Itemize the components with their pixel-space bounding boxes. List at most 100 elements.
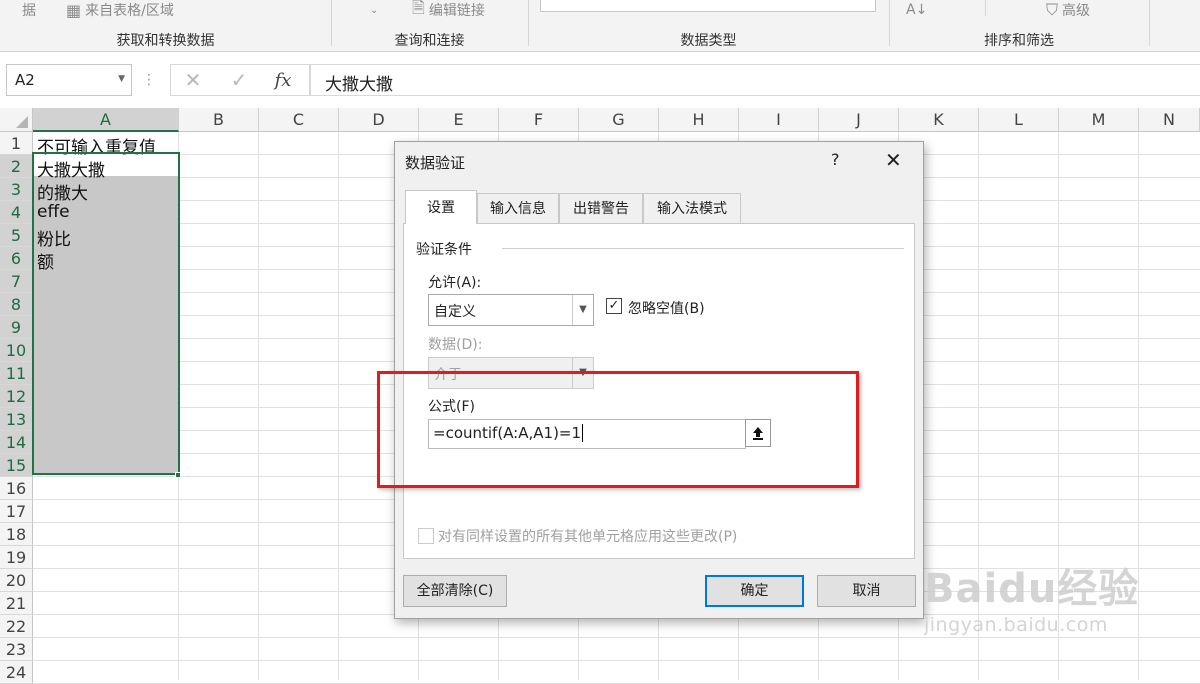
- row-header-13[interactable]: 13: [0, 408, 33, 431]
- column-header-a[interactable]: A: [33, 108, 179, 132]
- tab-settings[interactable]: 设置: [405, 190, 477, 224]
- apply-all-label: 对有同样设置的所有其他单元格应用这些更改(P): [438, 529, 738, 545]
- column-header-d[interactable]: D: [339, 108, 419, 132]
- row-gridline: [33, 660, 1200, 661]
- clear-all-button[interactable]: 全部清除(C): [403, 575, 507, 607]
- row-header-14[interactable]: 14: [0, 431, 33, 454]
- column-gridline: [338, 132, 339, 680]
- ok-button[interactable]: 确定: [705, 575, 804, 607]
- chevron-down-icon: ⌄: [370, 4, 379, 16]
- column-header-g[interactable]: G: [579, 108, 659, 132]
- row-header-5[interactable]: 5: [0, 224, 33, 247]
- advanced-filter-button[interactable]: ⛉ 高级: [1046, 0, 1090, 20]
- filter-icon: ⛉: [1046, 0, 1059, 19]
- section-divider: [502, 248, 904, 249]
- watermark-logo-text: Baidu经验: [924, 566, 1140, 612]
- select-all-corner[interactable]: [0, 108, 33, 132]
- get-data-label: 据: [22, 3, 36, 19]
- tab-label: 出错警告: [573, 201, 629, 217]
- tab-label: 输入法模式: [657, 201, 727, 217]
- cancel-icon[interactable]: ✕: [176, 64, 210, 96]
- help-icon[interactable]: ?: [831, 150, 840, 169]
- row-header-24[interactable]: 24: [0, 661, 33, 684]
- column-header-b[interactable]: B: [179, 108, 259, 132]
- row-header-11[interactable]: 11: [0, 362, 33, 385]
- chevron-down-icon[interactable]: ▼: [118, 74, 125, 84]
- row-header-12[interactable]: 12: [0, 385, 33, 408]
- selection-border: [32, 152, 180, 475]
- group-sort-filter-label: 排序和筛选: [984, 33, 1054, 49]
- advanced-filter-label: 高级: [1062, 3, 1091, 19]
- row-header-21[interactable]: 21: [0, 592, 33, 615]
- sort-az-button[interactable]: A↓: [906, 0, 927, 20]
- column-header-h[interactable]: H: [659, 108, 739, 132]
- row-header-8[interactable]: 8: [0, 293, 33, 316]
- row-header-18[interactable]: 18: [0, 523, 33, 546]
- fill-handle[interactable]: [175, 472, 181, 478]
- column-header-f[interactable]: F: [499, 108, 579, 132]
- ribbon-divider: [985, 0, 986, 16]
- row-header-23[interactable]: 23: [0, 638, 33, 661]
- formula-input[interactable]: 大撒大撒: [310, 64, 1200, 96]
- column-header-i[interactable]: I: [739, 108, 819, 132]
- allow-value: 自定义: [434, 304, 476, 320]
- tab-label: 输入信息: [490, 201, 546, 217]
- row-header-10[interactable]: 10: [0, 339, 33, 362]
- column-header-k[interactable]: K: [899, 108, 979, 132]
- from-table-button[interactable]: ▦ 来自表格/区域: [66, 0, 174, 20]
- data-types-gallery[interactable]: [540, 0, 876, 12]
- column-header-l[interactable]: L: [979, 108, 1059, 132]
- column-header-c[interactable]: C: [259, 108, 339, 132]
- chevron-down-icon[interactable]: ▼: [572, 295, 593, 325]
- row-header-6[interactable]: 6: [0, 247, 33, 270]
- formula-bar: A2 ▼ ⋮ ✕ ✓ fx 大撒大撒: [0, 52, 1200, 108]
- column-header-j[interactable]: J: [819, 108, 899, 132]
- dialog-title: 数据验证: [405, 154, 466, 172]
- allow-select[interactable]: 自定义 ▼: [428, 294, 594, 326]
- ignore-blank-checkbox[interactable]: ✓: [606, 298, 622, 314]
- queries-dropdown-button[interactable]: ⌄: [370, 0, 378, 20]
- row-header-15[interactable]: 15: [0, 454, 33, 477]
- row-header-4[interactable]: 4: [0, 201, 33, 224]
- sort-az-label: A↓: [906, 2, 928, 18]
- row-header-7[interactable]: 7: [0, 270, 33, 293]
- cancel-button[interactable]: 取消: [817, 575, 916, 607]
- from-table-label: 来自表格/区域: [85, 3, 174, 19]
- edit-links-button[interactable]: 🗎 编辑链接: [412, 0, 485, 20]
- column-header-e[interactable]: E: [419, 108, 499, 132]
- apply-all-checkbox: [418, 528, 434, 544]
- row-header-9[interactable]: 9: [0, 316, 33, 339]
- group-data-types-label: 数据类型: [680, 33, 737, 49]
- watermark-url: jingyan.baidu.com: [924, 614, 1108, 636]
- tab-ime-mode[interactable]: 输入法模式: [643, 193, 741, 223]
- column-gridline: [258, 132, 259, 680]
- document-link-icon: 🗎: [412, 0, 425, 17]
- tab-label: 设置: [427, 200, 455, 216]
- column-header-m[interactable]: M: [1059, 108, 1139, 132]
- row-header-19[interactable]: 19: [0, 546, 33, 569]
- column-header-n[interactable]: N: [1139, 108, 1200, 132]
- edit-links-label: 编辑链接: [428, 3, 485, 19]
- row-header-17[interactable]: 17: [0, 500, 33, 523]
- get-data-button[interactable]: 据: [22, 0, 36, 20]
- close-icon[interactable]: ✕: [885, 148, 902, 172]
- group-queries-label: 查询和连接: [394, 33, 465, 49]
- row-header-1[interactable]: 1: [0, 132, 33, 155]
- allow-label: 允许(A):: [428, 275, 482, 291]
- watermark: Baidu经验 jingyan.baidu.com: [924, 556, 1184, 636]
- row-header-2[interactable]: 2: [0, 155, 33, 178]
- row-header-16[interactable]: 16: [0, 477, 33, 500]
- name-box[interactable]: A2 ▼: [6, 64, 132, 96]
- insert-function-icon[interactable]: fx: [266, 64, 300, 96]
- row-header-20[interactable]: 20: [0, 569, 33, 592]
- tab-input-message[interactable]: 输入信息: [477, 193, 559, 223]
- ribbon-divider: [1149, 0, 1150, 46]
- enter-icon[interactable]: ✓: [222, 64, 256, 96]
- more-options-icon: ⋮: [142, 72, 156, 88]
- tab-error-alert[interactable]: 出错警告: [559, 193, 643, 223]
- row-header-22[interactable]: 22: [0, 615, 33, 638]
- ignore-blank-label[interactable]: 忽略空值(B): [628, 298, 705, 318]
- table-icon: ▦: [66, 0, 82, 20]
- row-header-3[interactable]: 3: [0, 178, 33, 201]
- group-get-transform-label: 获取和转换数据: [116, 33, 215, 49]
